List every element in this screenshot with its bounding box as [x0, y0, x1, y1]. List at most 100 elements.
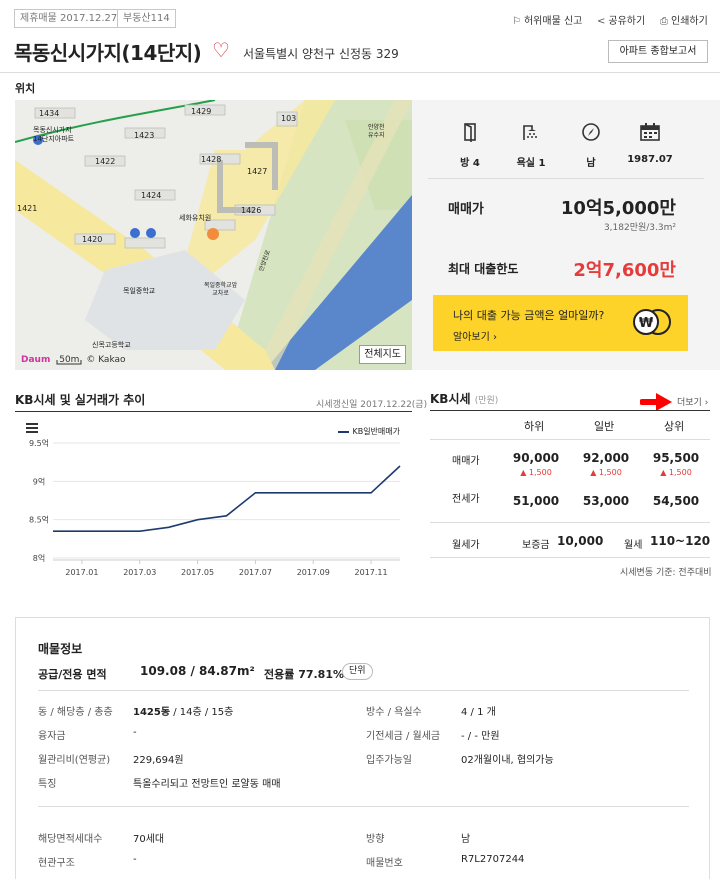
shower-icon: [523, 125, 537, 140]
feature-label: 특징: [38, 779, 57, 790]
location-label: 위치: [15, 82, 36, 95]
direction-feature: 남: [561, 122, 621, 169]
section-divider: [430, 410, 710, 411]
x-tick-label: 2017.01: [65, 568, 98, 577]
compass-icon: [582, 123, 600, 141]
max-loan-value: 2억7,600만: [573, 260, 676, 281]
move-in-label: 입주가능일: [366, 755, 412, 766]
series-line: [53, 465, 401, 532]
daum-logo: Daum: [21, 355, 51, 365]
broker-tag[interactable]: 부동산114: [117, 9, 176, 28]
middle-school-label: 목일중학교: [123, 287, 156, 295]
page-title: 목동신시가지(14단지): [14, 41, 202, 65]
listing-number-label: 매물번호: [366, 858, 403, 869]
deposit-value: 10,000: [557, 534, 604, 548]
y-tick-label: 9.5억: [29, 438, 49, 448]
map-attribution: Daum 50m © Kakao: [21, 355, 126, 365]
full-map-button[interactable]: 전체지도: [359, 345, 406, 364]
promo-question: 나의 대출 가능 금액은 얼마일까?: [453, 309, 605, 322]
existing-deposit-label: 기전세금 / 월세금: [366, 731, 441, 742]
map-canvas: [15, 100, 412, 370]
location-map[interactable]: 1434 1423 1429 103 1422 1428 1427 1424 1…: [15, 100, 412, 370]
sale-lower-delta: ▲ 1,500: [520, 468, 552, 477]
building-label: 1421: [17, 204, 38, 213]
loan-label: 융자금: [38, 731, 66, 742]
report-false-listing-link[interactable]: ⚐ 허위매물 신고: [512, 12, 582, 27]
rooms-value: 4 / 1 개: [461, 707, 496, 718]
heart-icon[interactable]: ♡: [212, 38, 230, 62]
x-tick-label: 2017.03: [123, 568, 156, 577]
chart-menu-icon[interactable]: [26, 423, 38, 435]
kb-table-title: KB시세 (만원): [430, 392, 499, 406]
learn-more-link[interactable]: 알아보기 ›: [453, 328, 497, 343]
direction-value: 남: [461, 834, 471, 845]
divider: [38, 690, 689, 691]
coin-icon: ₩: [633, 309, 671, 335]
building-label: 1420: [82, 235, 103, 244]
move-in-value: 02개월이내, 협의가능: [461, 755, 554, 766]
building-label: 1429: [191, 107, 212, 116]
kb-price-chart: KB일반매매가 8억 8.5억 9억 9.5억 2017.01 2017.03 2017.0…: [15, 418, 412, 588]
address: 서울특별시 양천구 신정동 329: [243, 47, 399, 61]
y-tick-label: 8.5억: [29, 515, 49, 525]
print-link[interactable]: ⎙ 인쇄하기: [660, 12, 708, 27]
divider: [430, 557, 710, 558]
y-tick-label: 8억: [33, 553, 45, 563]
max-loan-label: 최대 대출한도: [448, 262, 519, 276]
svg-text:₩: ₩: [639, 316, 654, 331]
kb-more-link[interactable]: 더보기 ›: [677, 395, 708, 408]
building-label: 103: [281, 114, 297, 123]
divider: [38, 806, 689, 807]
chevron-right-icon: ›: [704, 398, 709, 408]
jeonse-upper: 54,500: [652, 494, 700, 508]
header-divider: [0, 72, 720, 73]
printer-icon: ⎙: [660, 16, 668, 27]
sale-middle-delta: ▲ 1,500: [590, 468, 622, 477]
monthly-row-label: 월세가: [452, 540, 480, 551]
chart-legend[interactable]: KB일반매매가: [338, 426, 400, 437]
rent-value: 110~120: [650, 534, 711, 548]
rooms-feature: 방 4: [440, 122, 500, 169]
maintenance-fee-label: 월관리비(연평균): [38, 755, 111, 766]
maintenance-fee-value: 229,694원: [133, 755, 184, 766]
listing-title: 매물정보: [38, 642, 83, 656]
megaphone-icon: ⚐: [512, 16, 521, 27]
unit-toggle-button[interactable]: 단위: [342, 663, 373, 680]
entrance-structure-value: -: [133, 854, 137, 865]
exclusive-rate: 전용률 77.81%: [264, 668, 345, 681]
x-tick-label: 2017.07: [239, 568, 272, 577]
share-link[interactable]: < 공유하기: [597, 12, 645, 27]
sale-price-value: 10억5,000만: [560, 198, 676, 219]
existing-deposit-value: - / - 만원: [461, 731, 500, 742]
loan-promo-banner[interactable]: 나의 대출 가능 금액은 얼마일까? 알아보기 › ₩: [433, 295, 688, 351]
sale-row-label: 매매가: [452, 456, 480, 467]
col-upper: 상위: [664, 420, 685, 433]
building-label: 1424: [141, 191, 162, 200]
rooms-label: 방수 / 욕실수: [366, 707, 422, 718]
high-school-label: 신목고등학교: [92, 341, 131, 349]
share-icon: <: [597, 16, 606, 27]
section-divider: [15, 411, 412, 412]
building-label: 1427: [247, 167, 268, 176]
divider: [430, 439, 710, 440]
reservoir-label: 안양천 유수지: [368, 124, 385, 139]
households-value: 70세대: [133, 834, 165, 845]
apartment-report-button[interactable]: 아파트 종합보고서: [608, 40, 708, 63]
property-summary: 방 4 욕실 1 남 1987.07 매매가 10억5,000만 3,182만원…: [412, 100, 720, 370]
households-label: 해당면적세대수: [38, 834, 103, 845]
entrance-structure-label: 현관구조: [38, 858, 75, 869]
partner-date-tag: 제휴매물 2017.12.27: [14, 9, 124, 28]
chart-plot: 8억 8.5억 9억 9.5억 2017.01 2017.03 2017.05 2017.07…: [29, 438, 401, 577]
door-icon: [464, 123, 476, 142]
divider: [430, 522, 710, 523]
kb-updated-date: 시세갱신일 2017.12.22(금): [316, 400, 428, 410]
price-per-area: 3,182만원/3.3m²: [603, 223, 676, 233]
jeonse-middle: 53,000: [582, 494, 630, 508]
x-tick-label: 2017.05: [181, 568, 214, 577]
sale-price-label: 매매가: [448, 202, 484, 217]
built-date-feature: 1987.07: [620, 122, 680, 165]
area-value: 109.08 / 84.87m²: [140, 664, 255, 678]
feature-value: 특올수리되고 전망트인 로얄동 매매: [133, 779, 281, 790]
rent-label: 월세: [624, 540, 643, 551]
building-label: 1434: [39, 109, 60, 118]
